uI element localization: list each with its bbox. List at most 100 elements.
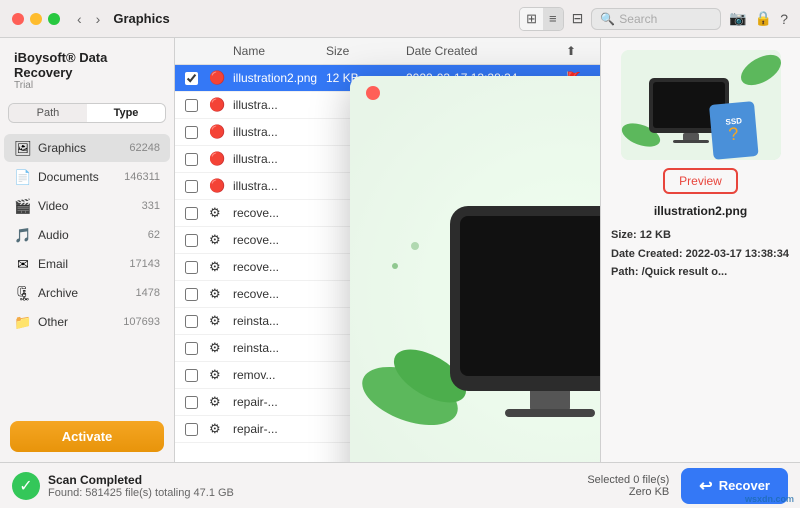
graphics-count: 62248 (129, 142, 160, 154)
status-bar: ✓ Scan Completed Found: 581425 file(s) t… (0, 462, 800, 508)
preview-button[interactable]: Preview (663, 168, 738, 194)
file-checkbox[interactable] (185, 207, 209, 220)
row-checkbox[interactable] (185, 423, 198, 436)
video-icon: 🎬 (14, 197, 32, 215)
path-value: /Quick result o... (642, 266, 728, 278)
header-size: Size (326, 44, 406, 58)
grid-view-button[interactable]: ⊞ (520, 8, 543, 30)
lock-button[interactable]: 🔒 (755, 10, 772, 27)
row-checkbox[interactable] (185, 207, 198, 220)
file-checkbox[interactable] (185, 315, 209, 328)
file-checkbox[interactable] (185, 180, 209, 193)
back-button[interactable]: ‹ (72, 9, 87, 29)
file-name: repair-... (233, 395, 326, 409)
row-checkbox[interactable] (185, 288, 198, 301)
file-checkbox[interactable] (185, 234, 209, 247)
row-checkbox[interactable] (185, 126, 198, 139)
tab-path[interactable]: Path (9, 104, 87, 122)
row-checkbox[interactable] (185, 234, 198, 247)
sidebar-item-graphics[interactable]: 🖼 Graphics 62248 (4, 134, 170, 162)
file-name: reinsta... (233, 341, 326, 355)
audio-label: Audio (38, 228, 148, 242)
sidebar-item-documents[interactable]: 📄 Documents 146311 (4, 163, 170, 191)
row-checkbox[interactable] (185, 342, 198, 355)
row-checkbox[interactable] (185, 315, 198, 328)
sidebar-item-email[interactable]: ✉ Email 17143 (4, 250, 170, 278)
forward-button[interactable]: › (91, 9, 106, 29)
selected-files-count: Selected 0 file(s) (587, 474, 669, 486)
close-button[interactable] (12, 13, 24, 25)
file-name: illustra... (233, 125, 326, 139)
maximize-button[interactable] (48, 13, 60, 25)
row-checkbox[interactable] (185, 72, 198, 85)
tab-type[interactable]: Type (87, 104, 165, 122)
file-checkbox[interactable] (185, 342, 209, 355)
overlay-close-button[interactable] (366, 86, 380, 100)
main-layout: iBoysoft® Data Recovery Trial Path Type … (0, 38, 800, 462)
scan-title: Scan Completed (48, 473, 234, 487)
path-label: Path: (611, 266, 639, 278)
help-button[interactable]: ? (780, 11, 788, 27)
file-checkbox[interactable] (185, 153, 209, 166)
header-action: ⬆ (566, 44, 590, 58)
email-icon: ✉ (14, 255, 32, 273)
path-row: Path: /Quick result o... (611, 263, 790, 282)
sort-icon: ⬆ (566, 44, 576, 58)
size-label: Size: (611, 229, 637, 241)
file-name: illustra... (233, 179, 326, 193)
selected-size: Zero KB (587, 486, 669, 498)
scan-complete-icon: ✓ (12, 472, 40, 500)
sidebar-item-video[interactable]: 🎬 Video 331 (4, 192, 170, 220)
documents-label: Documents (38, 170, 124, 184)
sidebar-item-archive[interactable]: 🗜 Archive 1478 (4, 279, 170, 307)
filter-button[interactable]: ⊟ (572, 10, 584, 27)
documents-icon: 📄 (14, 168, 32, 186)
file-checkbox[interactable] (185, 261, 209, 274)
email-count: 17143 (129, 258, 160, 270)
row-checkbox[interactable] (185, 369, 198, 382)
file-checkbox[interactable] (185, 396, 209, 409)
date-row: Date Created: 2022-03-17 13:38:34 (611, 245, 790, 264)
file-checkbox[interactable] (185, 369, 209, 382)
other-label: Other (38, 315, 123, 329)
sidebar-item-audio[interactable]: 🎵 Audio 62 (4, 221, 170, 249)
file-type-icon: 🔴 (209, 178, 233, 194)
app-name: iBoysoft® Data Recovery (14, 50, 160, 80)
file-checkbox[interactable] (185, 288, 209, 301)
file-type-icon: 🔴 (209, 124, 233, 140)
row-checkbox[interactable] (185, 99, 198, 112)
graphics-label: Graphics (38, 141, 129, 155)
archive-count: 1478 (136, 287, 160, 299)
list-view-button[interactable]: ≡ (543, 8, 563, 30)
size-value: 12 KB (640, 229, 671, 241)
graphics-icon: 🖼 (14, 139, 32, 157)
minimize-button[interactable] (30, 13, 42, 25)
camera-button[interactable]: 📷 (729, 10, 746, 27)
file-checkbox[interactable] (185, 423, 209, 436)
file-type-icon: ⚙ (209, 313, 233, 329)
traffic-lights (12, 13, 60, 25)
recover-label: Recover (719, 478, 770, 493)
file-name: illustra... (233, 98, 326, 112)
row-checkbox[interactable] (185, 153, 198, 166)
header-date: Date Created (406, 44, 566, 58)
activate-button[interactable]: Activate (10, 421, 164, 452)
sidebar-item-other[interactable]: 📁 Other 107693 (4, 308, 170, 336)
file-checkbox[interactable] (185, 99, 209, 112)
file-name: repair-... (233, 422, 326, 436)
title-bar: ‹ › Graphics ⊞ ≡ ⊟ 🔍 Search 📷 🔒 ? (0, 0, 800, 38)
video-count: 331 (142, 200, 160, 212)
row-checkbox[interactable] (185, 261, 198, 274)
file-checkbox[interactable] (185, 72, 209, 85)
file-type-icon: ⚙ (209, 259, 233, 275)
row-checkbox[interactable] (185, 396, 198, 409)
header-name: Name (233, 44, 326, 58)
file-name: recove... (233, 260, 326, 274)
preview-filename: illustration2.png (654, 204, 747, 218)
svg-text:SSD: SSD (725, 116, 742, 126)
file-checkbox[interactable] (185, 126, 209, 139)
scan-text: Scan Completed Found: 581425 file(s) tot… (48, 473, 234, 499)
row-checkbox[interactable] (185, 180, 198, 193)
file-type-icon: ⚙ (209, 340, 233, 356)
audio-icon: 🎵 (14, 226, 32, 244)
